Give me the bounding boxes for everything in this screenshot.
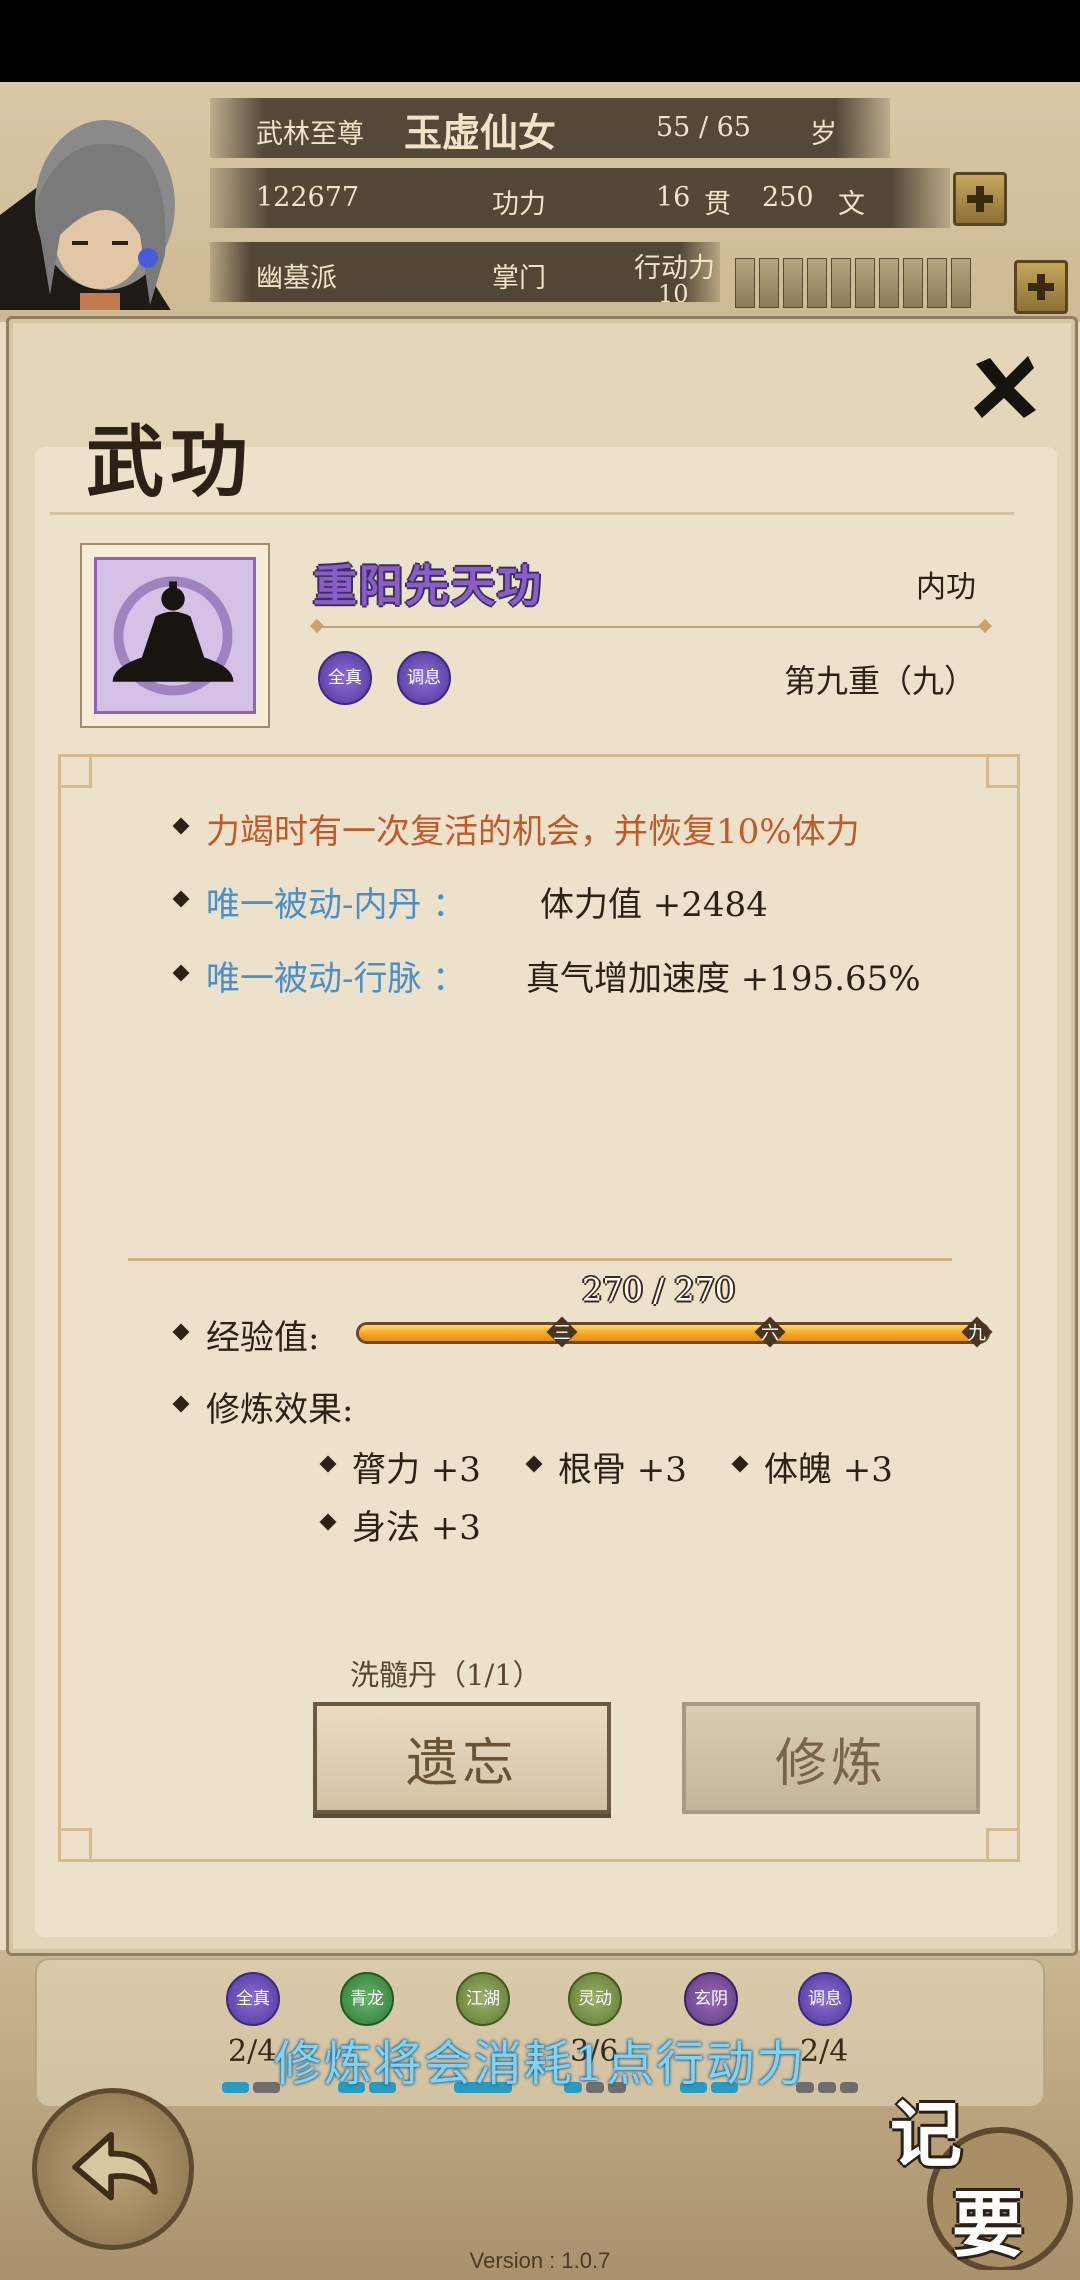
effect-passive-xingmai-label: 唯一被动-行脉 ：	[206, 959, 467, 999]
category-quanzhen-icon[interactable]: 全真	[226, 1972, 280, 2026]
add-money-button[interactable]	[953, 172, 1007, 226]
training-effect-title: 修炼效果:	[206, 1390, 354, 1430]
character-name: 玉虚仙女	[404, 110, 557, 155]
page-title: 武功	[86, 417, 255, 508]
power-label: 功力	[492, 189, 546, 220]
money-wen-unit: 文	[838, 189, 865, 220]
meditating-figure-icon	[112, 576, 234, 696]
header-row-title: 武林至尊 玉虚仙女 55 / 65 岁	[210, 98, 890, 158]
close-icon[interactable]	[970, 352, 1040, 422]
exp-mark-9: 九	[961, 1316, 993, 1348]
energy-cells	[735, 258, 971, 308]
exp-value: 270 / 270	[582, 1271, 736, 1309]
category-jianghu-icon[interactable]: 江湖	[456, 1972, 510, 2026]
category-lingdong-icon[interactable]: 灵动	[568, 1972, 622, 2026]
exp-mark-3: 三	[546, 1316, 578, 1348]
badge-quanzhen-icon[interactable]: 全真	[318, 651, 372, 705]
header-row-power: 122677 功力 16 贯 250 文	[210, 168, 950, 228]
badge-tiaoxi-icon[interactable]: 调息	[397, 651, 451, 705]
exp-progress-bar	[356, 1322, 990, 1344]
skill-type: 内功	[916, 570, 976, 605]
effect-passive-neidan-label: 唯一被动-内丹 ：	[206, 885, 467, 925]
age-unit: 岁	[810, 119, 837, 150]
exp-progress-fill	[359, 1325, 987, 1341]
exp-label: 经验值:	[206, 1318, 320, 1358]
age-value: 55 / 65	[656, 112, 751, 143]
character-avatar[interactable]	[0, 95, 210, 310]
memo-button[interactable]: 记 要	[880, 2070, 1080, 2270]
category-xuanyin-icon[interactable]: 玄阴	[684, 1972, 738, 2026]
pill-count-note: 洗髓丹（1/1）	[350, 1658, 542, 1692]
attr-strength: 膂力 +3	[352, 1450, 481, 1490]
effect-passive-xingmai-value: 真气增加速度 +195.65%	[526, 959, 921, 999]
attr-constitution: 根骨 +3	[558, 1450, 687, 1490]
status-bar	[0, 0, 1080, 82]
skill-portrait	[80, 543, 270, 728]
skill-name-divider	[316, 626, 986, 628]
exp-mark-6: 六	[754, 1316, 786, 1348]
forget-button[interactable]: 遗忘	[313, 1702, 611, 1814]
category-qinglong-icon[interactable]: 青龙	[340, 1972, 394, 2026]
power-value: 122677	[256, 182, 360, 213]
money-guan-unit: 贯	[704, 189, 731, 220]
energy-value: 10	[658, 280, 689, 308]
back-button[interactable]	[32, 2088, 194, 2250]
title-divider	[50, 512, 1014, 515]
skill-name: 重阳先天功	[313, 561, 543, 612]
attr-agility: 身法 +3	[352, 1508, 481, 1548]
sect-position: 掌门	[492, 263, 546, 294]
header-row-sect: 幽墓派 掌门 行动力 10	[210, 242, 720, 308]
sect-name: 幽墓派	[256, 263, 337, 294]
skill-detail-box	[58, 754, 1020, 1862]
version-label: Version : 1.0.7	[469, 2248, 611, 2273]
effect-passive-neidan-value: 体力值 +2484	[540, 885, 768, 925]
money-wen-value: 250	[762, 182, 814, 213]
section-divider	[128, 1258, 952, 1261]
money-guan-value: 16	[656, 182, 691, 213]
back-arrow-icon	[72, 2131, 158, 2201]
attr-physique: 体魄 +3	[764, 1450, 893, 1490]
skill-level: 第九重（九）	[783, 662, 976, 700]
category-tiaoxi-icon[interactable]: 调息	[798, 1972, 852, 2026]
effect-revive: 力竭时有一次复活的机会，并恢复10%体力	[206, 812, 860, 852]
rank-title: 武林至尊	[256, 119, 364, 150]
train-button[interactable]: 修炼	[682, 1702, 980, 1814]
add-energy-button[interactable]	[1014, 260, 1068, 314]
